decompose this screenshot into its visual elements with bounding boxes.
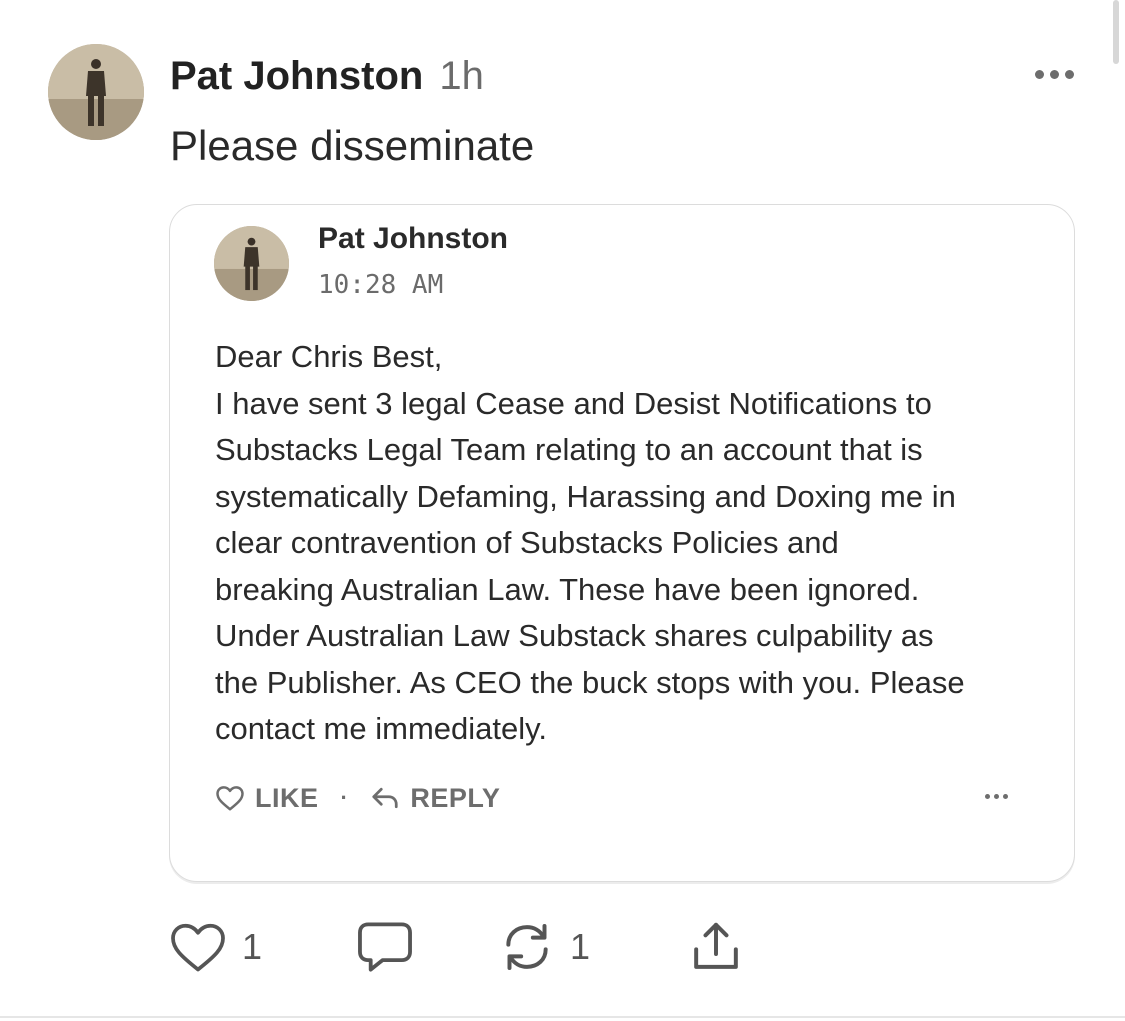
comment-bubble-icon	[358, 922, 412, 972]
quoted-text-line: clear contravention of Substacks Policie…	[215, 525, 839, 560]
quoted-reply-label: REPLY	[410, 782, 501, 813]
quoted-comment-actions: LIKE · REPLY	[215, 778, 500, 818]
quoted-timestamp: 10:28 AM	[318, 270, 444, 300]
author-avatar[interactable]	[48, 44, 144, 140]
restack-count: 1	[570, 926, 591, 967]
quoted-text-line: contact me immediately.	[215, 711, 547, 746]
quoted-comment-text: Dear Chris Best, I have sent 3 legal Cea…	[215, 334, 1045, 753]
divider	[0, 1016, 1125, 1018]
quoted-author-avatar	[214, 226, 289, 301]
quoted-text-line: Dear Chris Best,	[215, 339, 443, 374]
quoted-reply-button[interactable]: REPLY	[370, 783, 500, 814]
post-more-options-icon[interactable]	[1024, 56, 1084, 92]
share-button[interactable]	[688, 915, 744, 979]
quoted-text-line: the Publisher. As CEO the buck stops wit…	[215, 664, 965, 700]
comment-button[interactable]	[354, 915, 416, 979]
quoted-like-button[interactable]: LIKE	[215, 783, 319, 814]
quoted-text-line: breaking Australian Law. These have been…	[215, 571, 920, 607]
like-count: 1	[242, 926, 263, 967]
quoted-text-line: systematically Defaming, Harassing and D…	[215, 478, 956, 514]
quoted-text-line: Substacks Legal Team relating to an acco…	[215, 432, 923, 467]
like-button[interactable]: 1	[168, 915, 262, 979]
post-body: Please disseminate	[170, 122, 535, 169]
restack-icon	[506, 924, 548, 970]
quoted-like-label: LIKE	[255, 782, 319, 813]
heart-outline-icon	[171, 923, 225, 972]
reply-arrow-icon	[372, 787, 398, 809]
post-action-bar: 1 1	[168, 915, 768, 979]
quoted-more-options-icon[interactable]	[978, 784, 1014, 808]
scrollbar[interactable]	[1113, 0, 1119, 64]
share-upload-icon	[694, 922, 738, 969]
avatar-photo	[214, 226, 289, 301]
heart-outline-icon	[216, 786, 244, 811]
post-timestamp: 1h	[439, 54, 484, 98]
restack-button[interactable]: 1	[498, 915, 590, 979]
post-author-name[interactable]: Pat Johnston	[170, 54, 423, 98]
quoted-text-line: Under Australian Law Substack shares cul…	[215, 618, 934, 653]
avatar-photo	[48, 44, 144, 140]
action-separator: ·	[340, 785, 349, 810]
quoted-text-line: I have sent 3 legal Cease and Desist Not…	[215, 385, 932, 421]
post-author-line: Pat Johnston 1h	[170, 52, 484, 100]
quoted-author-name: Pat Johnston	[318, 222, 509, 255]
